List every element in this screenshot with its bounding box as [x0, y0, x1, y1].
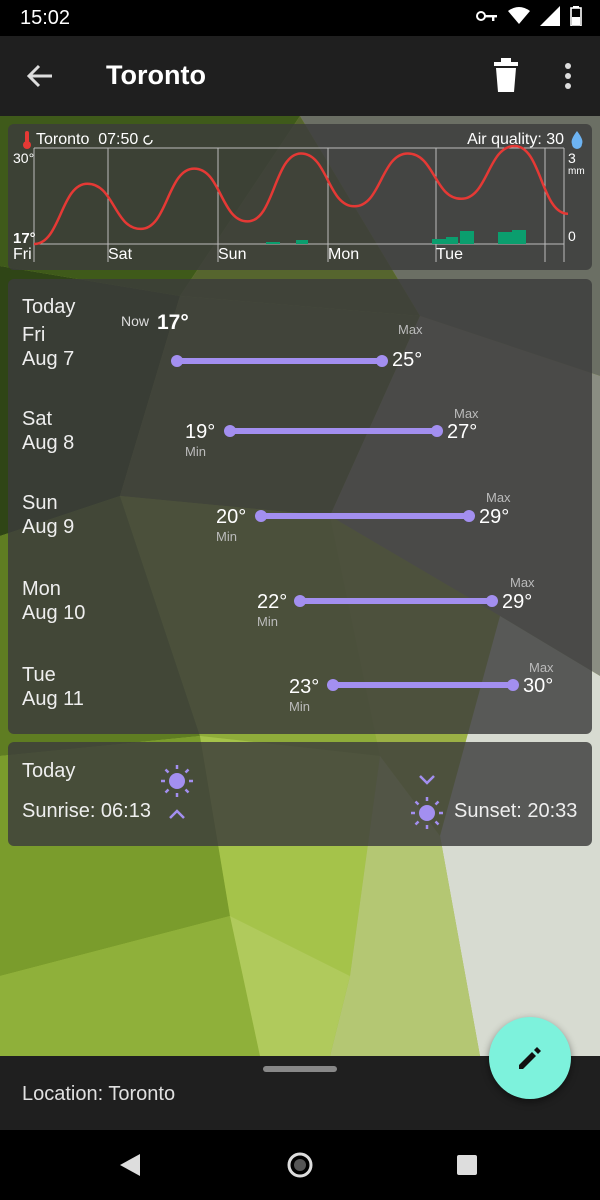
day-label: Sat	[22, 408, 53, 430]
min-temp: 23°	[289, 676, 320, 698]
min-label: Min	[185, 444, 206, 459]
max-dot	[463, 510, 475, 522]
drag-handle[interactable]	[263, 1066, 337, 1072]
min-dot	[327, 679, 339, 691]
precip-axis-top-label: 3	[568, 150, 576, 166]
max-label: Max	[510, 575, 535, 590]
temperature-line	[33, 144, 569, 246]
status-time: 15:02	[20, 7, 71, 29]
precipitation-bars	[266, 230, 526, 244]
temp-range-bar	[300, 598, 492, 604]
precip-axis-unit: mm	[568, 166, 585, 177]
max-label: Max	[398, 322, 423, 337]
max-dot	[486, 595, 498, 607]
battery-icon	[570, 6, 582, 26]
min-label: Min	[289, 699, 310, 714]
forecast-row-sun[interactable]: Sun Aug 9 Max 20° Min 29°	[8, 485, 592, 565]
edit-pencil-icon	[519, 1047, 541, 1069]
min-dot	[294, 595, 306, 607]
water-drop-icon	[571, 131, 583, 149]
min-temp: 22°	[257, 591, 288, 613]
now-temp: 17°	[157, 311, 189, 334]
more-vert-icon[interactable]	[556, 60, 580, 92]
thermometer-icon	[23, 131, 31, 149]
min-temp: 19°	[185, 421, 216, 443]
location-label: Location: Toronto	[22, 1083, 176, 1105]
day-label: Sun	[22, 492, 58, 514]
wifi-icon	[508, 7, 530, 24]
chart-location-time: Toronto 07:50	[22, 131, 154, 149]
precip-axis-bottom-label: 0	[568, 228, 576, 244]
x-label-sat: Sat	[108, 246, 133, 263]
min-temp: 20°	[216, 506, 247, 528]
daily-forecast-card: Today Fri Aug 7 Now 17° Max 25° Sat Aug …	[8, 279, 592, 734]
min-label: Min	[216, 529, 237, 544]
sun-card-title: Today	[22, 760, 76, 782]
forecast-row-tue[interactable]: Tue Aug 11 Max 23° Min 30°	[8, 653, 592, 733]
max-temp: 29°	[479, 506, 510, 528]
system-nav-bar	[0, 1130, 600, 1200]
day-date: Aug 8	[22, 432, 75, 454]
day-label-fri: Fri	[22, 324, 46, 346]
temp-range-bar	[333, 682, 513, 688]
status-bar: 15:02	[0, 0, 600, 36]
max-temp: 25°	[392, 349, 423, 371]
y-axis-top-label: 30°	[13, 150, 35, 166]
max-dot	[507, 679, 519, 691]
max-dot	[376, 355, 388, 367]
temp-range-bar	[177, 358, 382, 364]
day-date: Aug 9	[22, 516, 75, 538]
day-date: Aug 10	[22, 602, 86, 624]
day-date: Aug 11	[22, 688, 84, 710]
sun-icon	[161, 765, 193, 797]
trash-icon[interactable]	[490, 58, 522, 94]
forecast-row-mon[interactable]: Mon Aug 10 Max 22° Min 29°	[8, 569, 592, 649]
max-dot	[431, 425, 443, 437]
y-axis-bottom-label: 17°	[13, 230, 36, 247]
sun-times-card[interactable]: Today Sunrise: 06:13 Sunset: 20:33	[8, 742, 592, 846]
vpn-key-icon	[476, 11, 497, 21]
forecast-row-sat[interactable]: Sat Aug 8 Max 19° Min 27°	[8, 401, 592, 481]
day-date: Aug 7	[22, 348, 75, 370]
page-title: Toronto	[106, 60, 206, 90]
back-triangle-icon[interactable]	[118, 1152, 144, 1178]
home-circle-icon[interactable]	[286, 1151, 314, 1179]
x-label-mon: Mon	[328, 246, 360, 263]
recents-square-icon[interactable]	[455, 1153, 479, 1177]
max-temp: 27°	[447, 421, 478, 443]
min-label: Min	[257, 614, 278, 629]
max-label: Max	[454, 406, 479, 421]
x-label-tue: Tue	[436, 246, 463, 263]
back-arrow-icon[interactable]	[22, 58, 58, 94]
max-label: Max	[529, 660, 554, 675]
sunrise-time: Sunrise: 06:13	[22, 800, 151, 822]
app-bar: Toronto	[0, 36, 600, 116]
chart-location-label: Toronto 07:50	[36, 131, 139, 148]
forecast-row-today[interactable]: Today Fri Aug 7 Now 17° Max 25°	[8, 293, 592, 373]
forecast-chart-card[interactable]: Toronto 07:50 Air quality: 30 30° 17° 3 …	[8, 124, 592, 270]
air-quality: Air quality: 30	[467, 131, 584, 149]
max-temp: 30°	[523, 675, 554, 697]
min-dot	[255, 510, 267, 522]
max-label: Max	[486, 490, 511, 505]
sunset-sun-icon	[411, 797, 443, 829]
max-temp: 29°	[502, 591, 533, 613]
chevron-down-icon	[419, 775, 435, 785]
x-label-sun: Sun	[218, 246, 247, 263]
temp-range-bar	[230, 428, 437, 434]
temp-range-bar	[261, 513, 469, 519]
chevron-up-icon	[169, 809, 185, 819]
day-label: Mon	[22, 578, 61, 600]
signal-icon	[540, 6, 560, 26]
air-quality-label: Air quality: 30	[467, 131, 564, 148]
day-label-today: Today	[22, 296, 76, 318]
min-dot	[171, 355, 183, 367]
edit-fab-button[interactable]	[489, 1017, 571, 1099]
refresh-icon	[143, 135, 153, 145]
now-label: Now	[121, 313, 150, 329]
day-label: Tue	[22, 664, 56, 686]
x-label-fri: Fri	[13, 246, 32, 263]
min-dot	[224, 425, 236, 437]
sunset-time: Sunset: 20:33	[454, 800, 578, 822]
